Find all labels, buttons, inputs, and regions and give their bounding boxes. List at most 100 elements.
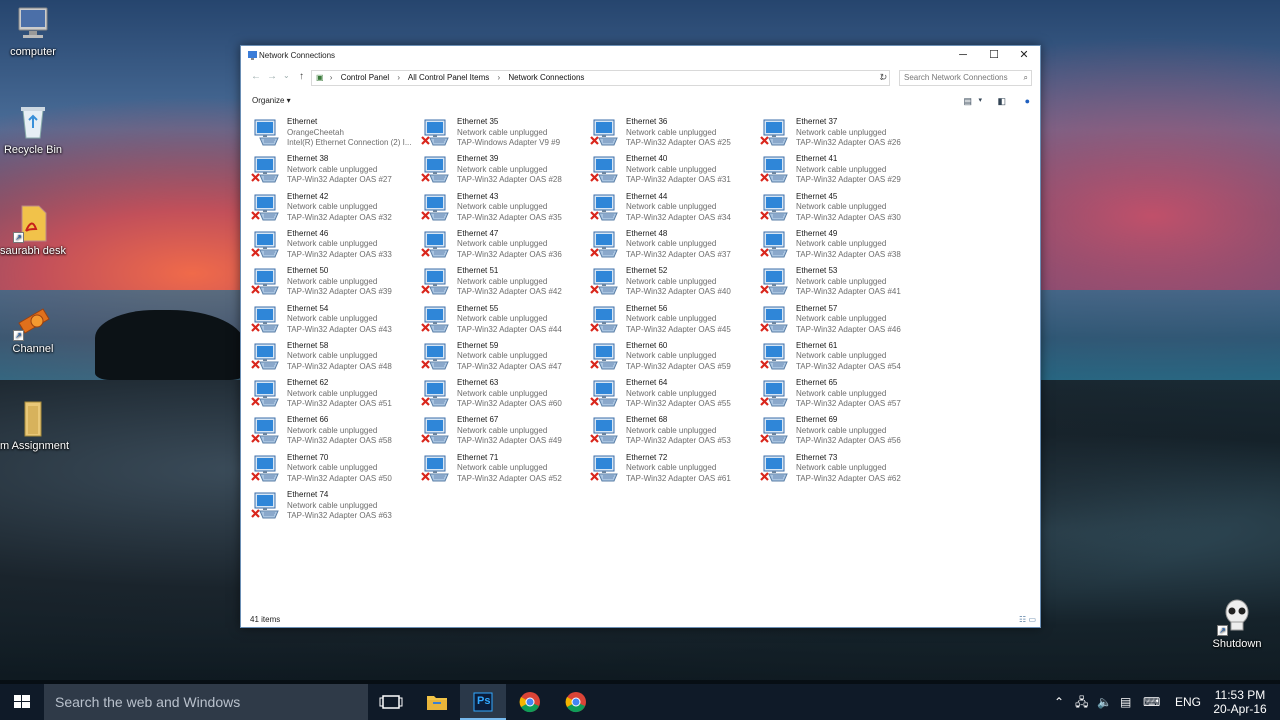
chrome-button[interactable] [553, 684, 599, 720]
photoshop-button[interactable]: Ps [460, 684, 506, 720]
network-connection-item[interactable]: Ethernet OrangeCheetah Intel(R) Ethernet C… [251, 116, 416, 150]
connection-status: Network cable unplugged [287, 351, 378, 361]
minimize-button[interactable]: ─ [948, 46, 978, 66]
show-hidden-icons-button[interactable]: ⌃ [1054, 684, 1064, 720]
network-connection-item[interactable]: Ethernet 46 Network cable unplugged TAP-Wi… [251, 228, 416, 262]
network-connection-item[interactable]: Ethernet 48 Network cable unplugged TAP-Wi… [590, 228, 755, 262]
network-connection-item[interactable]: Ethernet 39 Network cable unplugged TAP-Wi… [421, 153, 586, 187]
connection-adapter: TAP-Win32 Adapter OAS #33 [287, 249, 392, 259]
clock[interactable]: 11:53 PM 20-Apr-16 [1206, 688, 1274, 716]
network-connection-item[interactable]: Ethernet 41 Network cable unplugged TAP-Wi… [760, 153, 925, 187]
title-bar[interactable]: Network Connections ─ ☐ ✕ [241, 46, 1040, 66]
network-connection-item[interactable]: Ethernet 72 Network cable unplugged TAP-Wi… [590, 452, 755, 486]
desktop-icon-shutdown[interactable]: ↗ Shutdown [1199, 596, 1275, 651]
network-adapter-disconnected-icon [590, 119, 618, 146]
network-connection-item[interactable]: Ethernet 47 Network cable unplugged TAP-Wi… [421, 228, 586, 262]
keyboard-icon[interactable]: ⌨ [1143, 684, 1160, 720]
volume-icon[interactable]: 🔈 [1097, 684, 1112, 720]
refresh-button[interactable]: ↻ [877, 70, 890, 86]
task-view-button[interactable] [368, 684, 414, 720]
change-view-icon[interactable]: ▤ [963, 96, 972, 107]
network-connection-item[interactable]: Ethernet 36 Network cable unplugged TAP-Wi… [590, 116, 755, 150]
connection-name: Ethernet 54 [287, 303, 329, 313]
network-connection-item[interactable]: Ethernet 38 Network cable unplugged TAP-Wi… [251, 153, 416, 187]
network-connection-item[interactable]: Ethernet 60 Network cable unplugged TAP-Wi… [590, 340, 755, 374]
view-toggle-icons[interactable]: ☷ ▭ [1019, 615, 1036, 624]
connection-adapter: TAP-Win32 Adapter OAS #36 [457, 249, 562, 259]
back-button[interactable]: ← [251, 71, 261, 82]
preview-pane-icon[interactable]: ◧ [997, 96, 1006, 107]
up-button[interactable]: ↑ [299, 71, 304, 82]
desktop-icon-channel[interactable]: ↗ Channel [0, 301, 71, 356]
network-connection-item[interactable]: Ethernet 43 Network cable unplugged TAP-Wi… [421, 191, 586, 225]
connection-text: Ethernet 37 Network cable unplugged TAP-Wi… [796, 117, 901, 149]
maximize-button[interactable]: ☐ [979, 46, 1009, 66]
network-connection-item[interactable]: Ethernet 57 Network cable unplugged TAP-Wi… [760, 303, 925, 337]
connection-name: Ethernet 63 [457, 378, 499, 388]
network-connection-item[interactable]: Ethernet 59 Network cable unplugged TAP-Wi… [421, 340, 586, 374]
chrome-button[interactable] [507, 684, 553, 720]
network-connection-item[interactable]: Ethernet 63 Network cable unplugged TAP-Wi… [421, 377, 586, 411]
network-adapter-disconnected-icon [251, 492, 279, 519]
connection-adapter: TAP-Win32 Adapter OAS #45 [626, 324, 731, 334]
connection-name: Ethernet 39 [457, 154, 499, 164]
breadcrumb-all-items[interactable]: All Control Panel Items [408, 73, 489, 82]
network-connection-item[interactable]: Ethernet 54 Network cable unplugged TAP-Wi… [251, 303, 416, 337]
network-icon[interactable]: 🖧 [1075, 684, 1088, 720]
language-indicator[interactable]: ENG [1175, 684, 1201, 720]
network-connection-item[interactable]: Ethernet 52 Network cable unplugged TAP-Wi… [590, 265, 755, 299]
recent-locations-button[interactable]: ⌄ [283, 71, 290, 80]
connection-name: Ethernet 74 [287, 490, 329, 499]
network-connection-item[interactable]: Ethernet 58 Network cable unplugged TAP-Wi… [251, 340, 416, 374]
network-connection-item[interactable]: Ethernet 74 Network cable unplugged TAP-Wi… [251, 489, 416, 523]
network-connection-item[interactable]: Ethernet 71 Network cable unplugged TAP-Wi… [421, 452, 586, 486]
connection-adapter: TAP-Win32 Adapter OAS #47 [457, 361, 562, 371]
network-adapter-disconnected-icon [760, 343, 788, 370]
view-dropdown-icon[interactable]: ▾ [978, 96, 982, 104]
desktop-icon-im-assignment[interactable]: Im Assignment [0, 398, 71, 453]
network-connection-item[interactable]: Ethernet 49 Network cable unplugged TAP-Wi… [760, 228, 925, 262]
breadcrumb-network-connections[interactable]: Network Connections [508, 73, 584, 82]
network-connection-item[interactable]: Ethernet 66 Network cable unplugged TAP-Wi… [251, 414, 416, 448]
network-connection-item[interactable]: Ethernet 70 Network cable unplugged TAP-Wi… [251, 452, 416, 486]
network-connection-item[interactable]: Ethernet 51 Network cable unplugged TAP-Wi… [421, 265, 586, 299]
network-connection-item[interactable]: Ethernet 68 Network cable unplugged TAP-Wi… [590, 414, 755, 448]
breadcrumb-control-panel[interactable]: Control Panel [341, 73, 389, 82]
network-connection-item[interactable]: Ethernet 53 Network cable unplugged TAP-Wi… [760, 265, 925, 299]
network-connection-item[interactable]: Ethernet 45 Network cable unplugged TAP-Wi… [760, 191, 925, 225]
connection-status: Network cable unplugged [457, 239, 548, 249]
network-connection-item[interactable]: Ethernet 69 Network cable unplugged TAP-Wi… [760, 414, 925, 448]
network-connection-item[interactable]: Ethernet 55 Network cable unplugged TAP-Wi… [421, 303, 586, 337]
network-connection-item[interactable]: Ethernet 42 Network cable unplugged TAP-Wi… [251, 191, 416, 225]
connection-status: Network cable unplugged [796, 463, 887, 473]
network-connection-item[interactable]: Ethernet 40 Network cable unplugged TAP-Wi… [590, 153, 755, 187]
help-icon[interactable]: ● [1025, 96, 1030, 106]
desktop-icon-saurabh-desk[interactable]: ↗ saurabh desk [0, 203, 71, 258]
file-explorer-button[interactable] [414, 684, 460, 720]
network-connection-item[interactable]: Ethernet 62 Network cable unplugged TAP-Wi… [251, 377, 416, 411]
network-connection-item[interactable]: Ethernet 64 Network cable unplugged TAP-Wi… [590, 377, 755, 411]
network-connection-item[interactable]: Ethernet 44 Network cable unplugged TAP-Wi… [590, 191, 755, 225]
network-connection-item[interactable]: Ethernet 67 Network cable unplugged TAP-Wi… [421, 414, 586, 448]
connection-text: Ethernet 44 Network cable unplugged TAP-Wi… [626, 192, 731, 224]
search-input[interactable]: Search Network Connections ⌕ [899, 70, 1032, 86]
network-connection-item[interactable]: Ethernet 50 Network cable unplugged TAP-Wi… [251, 265, 416, 299]
pdf-file-icon: ↗ [13, 203, 53, 243]
network-connection-item[interactable]: Ethernet 37 Network cable unplugged TAP-Wi… [760, 116, 925, 150]
connection-name: Ethernet 41 [796, 154, 838, 164]
network-connection-item[interactable]: Ethernet 35 Network cable unplugged TAP-Wi… [421, 116, 586, 150]
network-connection-item[interactable]: Ethernet 65 Network cable unplugged TAP-Wi… [760, 377, 925, 411]
taskbar-search-box[interactable]: Search the web and Windows [44, 684, 368, 720]
forward-button[interactable]: → [267, 71, 277, 82]
desktop-icon-recycle-bin[interactable]: Recycle Bin [0, 102, 71, 157]
network-connection-item[interactable]: Ethernet 56 Network cable unplugged TAP-Wi… [590, 303, 755, 337]
connection-name: Ethernet 37 [796, 117, 838, 126]
close-button[interactable]: ✕ [1009, 46, 1039, 66]
network-connection-item[interactable]: Ethernet 61 Network cable unplugged TAP-Wi… [760, 340, 925, 374]
network-connection-item[interactable]: Ethernet 73 Network cable unplugged TAP-Wi… [760, 452, 925, 486]
organize-menu[interactable]: Organize ▾ [252, 96, 291, 105]
address-field[interactable]: ▣ › Control Panel › All Control Panel It… [311, 70, 890, 86]
start-button[interactable] [0, 684, 44, 720]
desktop-icon-computer[interactable]: computer [0, 4, 71, 59]
action-center-icon[interactable]: ▤ [1120, 684, 1131, 720]
